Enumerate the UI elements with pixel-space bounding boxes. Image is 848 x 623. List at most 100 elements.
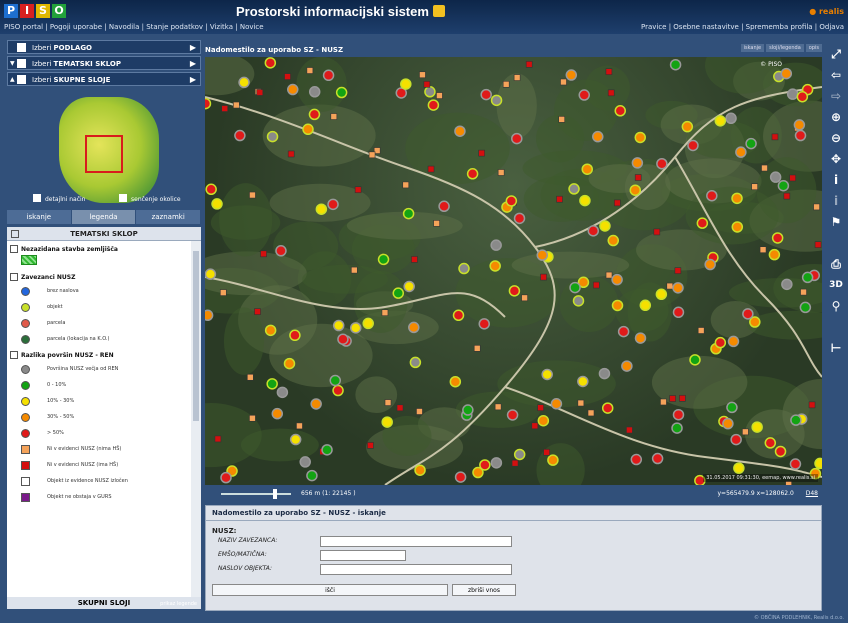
map-building-marker[interactable] — [540, 273, 547, 281]
map-marker[interactable] — [730, 433, 742, 446]
map-marker[interactable] — [669, 58, 682, 71]
map-building-marker[interactable] — [296, 422, 303, 430]
map-building-marker[interactable] — [814, 241, 822, 248]
map-marker[interactable] — [568, 183, 580, 195]
map-marker[interactable] — [332, 319, 345, 332]
map-marker[interactable] — [454, 125, 466, 137]
piso-logo[interactable]: P I S O — [4, 4, 66, 18]
map-building-marker[interactable] — [669, 395, 676, 402]
map-building-marker[interactable] — [808, 401, 816, 409]
map-marker[interactable] — [283, 357, 296, 370]
map-building-marker[interactable] — [543, 448, 550, 456]
map-marker[interactable] — [409, 356, 422, 369]
map-building-marker[interactable] — [419, 71, 426, 79]
map-marker[interactable] — [452, 309, 465, 322]
map-marker[interactable] — [490, 94, 503, 107]
measure-icon[interactable]: ⚑ — [826, 212, 846, 233]
map-building-marker[interactable] — [350, 266, 358, 274]
map-marker[interactable] — [349, 322, 362, 334]
layer-row-thematic[interactable]: ▼ Izberi TEMATSKI SKLOP ▶ — [7, 56, 201, 70]
map-marker[interactable] — [790, 414, 802, 426]
map-description-button[interactable]: opis — [805, 44, 822, 52]
map-building-marker[interactable] — [381, 309, 389, 317]
name-input[interactable] — [320, 536, 512, 547]
legend-section-checkbox[interactable] — [10, 245, 18, 253]
detail-checkbox[interactable] — [33, 194, 41, 202]
map-marker[interactable] — [786, 88, 799, 100]
map-marker[interactable] — [478, 318, 490, 330]
map-building-marker[interactable] — [783, 192, 791, 200]
map-building-marker[interactable] — [306, 67, 314, 74]
map-building-marker[interactable] — [666, 282, 674, 290]
map-marker[interactable] — [403, 280, 415, 293]
map-marker[interactable] — [513, 448, 526, 461]
zoom-slider[interactable] — [221, 493, 291, 495]
layer-checkbox[interactable] — [17, 75, 26, 84]
map-marker[interactable] — [814, 457, 822, 470]
map-marker[interactable] — [205, 309, 214, 322]
map-marker[interactable] — [780, 67, 793, 80]
surroundings-checkbox[interactable] — [119, 194, 127, 202]
map-building-marker[interactable] — [511, 459, 519, 467]
map-building-marker[interactable] — [384, 399, 392, 406]
map-marker[interactable] — [275, 245, 287, 257]
map-marker[interactable] — [511, 132, 523, 145]
map-marker[interactable] — [266, 130, 279, 143]
map-building-marker[interactable] — [587, 409, 595, 417]
map-building-marker[interactable] — [416, 408, 423, 415]
map-marker[interactable] — [315, 203, 328, 215]
user-links[interactable]: Pravice | Osebne nastavitve | Sprememba … — [641, 23, 844, 31]
map-building-marker[interactable] — [607, 89, 615, 97]
map-marker[interactable] — [681, 120, 694, 133]
map-marker[interactable] — [472, 466, 484, 479]
map-marker[interactable] — [706, 189, 718, 202]
map-building-marker[interactable] — [249, 414, 256, 422]
map-building-marker[interactable] — [494, 403, 502, 411]
map-marker[interactable] — [655, 288, 668, 301]
map-marker[interactable] — [781, 278, 793, 291]
map-marker[interactable] — [801, 271, 814, 284]
map-marker[interactable] — [287, 83, 299, 96]
map-marker[interactable] — [656, 157, 668, 170]
map-marker[interactable] — [480, 88, 492, 101]
map-marker[interactable] — [327, 198, 339, 211]
map-marker[interactable] — [598, 367, 611, 380]
map-marker[interactable] — [793, 119, 806, 131]
map-building-marker[interactable] — [742, 428, 749, 436]
map-marker[interactable] — [611, 273, 623, 286]
map-building-marker[interactable] — [679, 394, 686, 402]
map-marker[interactable] — [408, 321, 420, 334]
map-building-marker[interactable] — [219, 289, 227, 296]
tab-search[interactable]: iskanje — [7, 210, 72, 224]
map-marker[interactable] — [489, 260, 501, 272]
clear-button[interactable]: zbriši vnos — [452, 584, 516, 596]
legend-section-checkbox[interactable] — [10, 351, 18, 359]
map-marker[interactable] — [414, 464, 426, 476]
map-marker[interactable] — [308, 108, 321, 121]
map-marker[interactable] — [458, 262, 470, 275]
expand-icon[interactable]: ⤢ — [826, 44, 846, 65]
layer-checkbox[interactable] — [17, 59, 26, 68]
map-marker[interactable] — [714, 336, 727, 349]
map-building-marker[interactable] — [287, 150, 295, 158]
map-marker[interactable] — [234, 129, 246, 142]
map-marker[interactable] — [639, 299, 652, 312]
legend-section-checkbox[interactable] — [10, 273, 18, 281]
map-marker[interactable] — [466, 168, 479, 180]
map-marker[interactable] — [536, 249, 549, 261]
map-marker[interactable] — [581, 163, 593, 175]
map-marker[interactable] — [362, 317, 374, 330]
map-building-marker[interactable] — [521, 294, 528, 302]
map-building-marker[interactable] — [813, 203, 820, 211]
map-marker[interactable] — [611, 299, 624, 312]
map-marker[interactable] — [211, 198, 223, 210]
map-marker[interactable] — [322, 69, 335, 82]
map-marker[interactable] — [427, 99, 440, 111]
search-button[interactable]: išči — [212, 584, 448, 596]
map-marker[interactable] — [745, 137, 757, 150]
map-marker[interactable] — [402, 207, 415, 220]
map-marker[interactable] — [565, 69, 578, 81]
map-marker[interactable] — [634, 332, 647, 344]
map-marker[interactable] — [490, 457, 503, 469]
map-marker[interactable] — [607, 234, 620, 247]
